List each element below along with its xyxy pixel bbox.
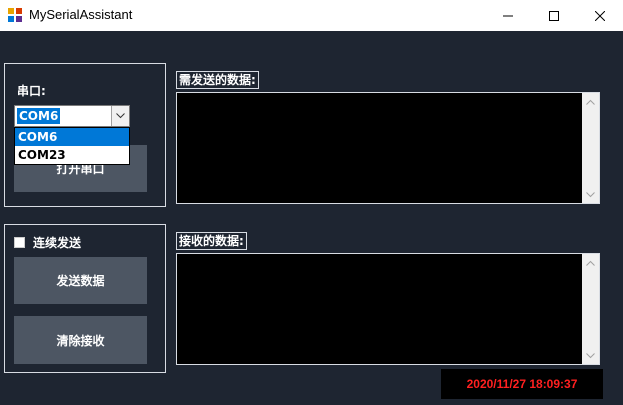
send-textarea-scrollbar[interactable] <box>582 93 599 203</box>
continuous-send-checkbox[interactable] <box>14 236 25 248</box>
port-combobox[interactable]: COM6 <box>14 105 130 127</box>
chevron-down-icon <box>586 352 595 358</box>
title-bar: MySerialAssistant <box>0 0 623 31</box>
maximize-icon <box>549 10 559 21</box>
chevron-up-icon <box>586 260 595 266</box>
minimize-icon <box>503 15 513 16</box>
maximize-button[interactable] <box>531 0 577 31</box>
dropdown-option-com6[interactable]: COM6 <box>15 128 129 146</box>
continuous-send-checkbox-row[interactable]: 连续发送 <box>14 234 81 250</box>
scroll-up-button[interactable] <box>582 93 599 110</box>
continuous-send-label: 连续发送 <box>33 235 82 250</box>
combobox-dropdown-button[interactable] <box>111 106 129 126</box>
receive-data-label: 接收的数据: <box>176 232 247 250</box>
port-combobox-value: COM6 <box>17 108 61 124</box>
receive-textarea-scrollbar[interactable] <box>582 254 599 364</box>
scroll-down-button[interactable] <box>582 347 599 364</box>
scroll-down-button[interactable] <box>582 186 599 203</box>
minimize-button[interactable] <box>485 0 531 31</box>
clear-receive-button[interactable]: 清除接收 <box>14 316 147 364</box>
send-data-button[interactable]: 发送数据 <box>14 257 147 304</box>
chevron-down-icon <box>116 113 125 119</box>
port-label: 串口: <box>17 84 46 98</box>
app-grid-icon <box>8 8 22 22</box>
send-data-textarea[interactable] <box>176 92 600 204</box>
send-data-label: 需发送的数据: <box>176 71 259 89</box>
dropdown-option-com23[interactable]: COM23 <box>15 146 129 164</box>
close-button[interactable] <box>577 0 623 31</box>
chevron-down-icon <box>586 191 595 197</box>
scroll-up-button[interactable] <box>582 254 599 271</box>
chevron-up-icon <box>586 99 595 105</box>
receive-data-textarea[interactable] <box>176 253 600 365</box>
port-dropdown-list: COM6 COM23 <box>14 127 130 165</box>
datetime-display: 2020/11/27 18:09:37 <box>441 369 603 399</box>
window-title: MySerialAssistant <box>29 7 133 22</box>
close-icon <box>595 10 605 21</box>
